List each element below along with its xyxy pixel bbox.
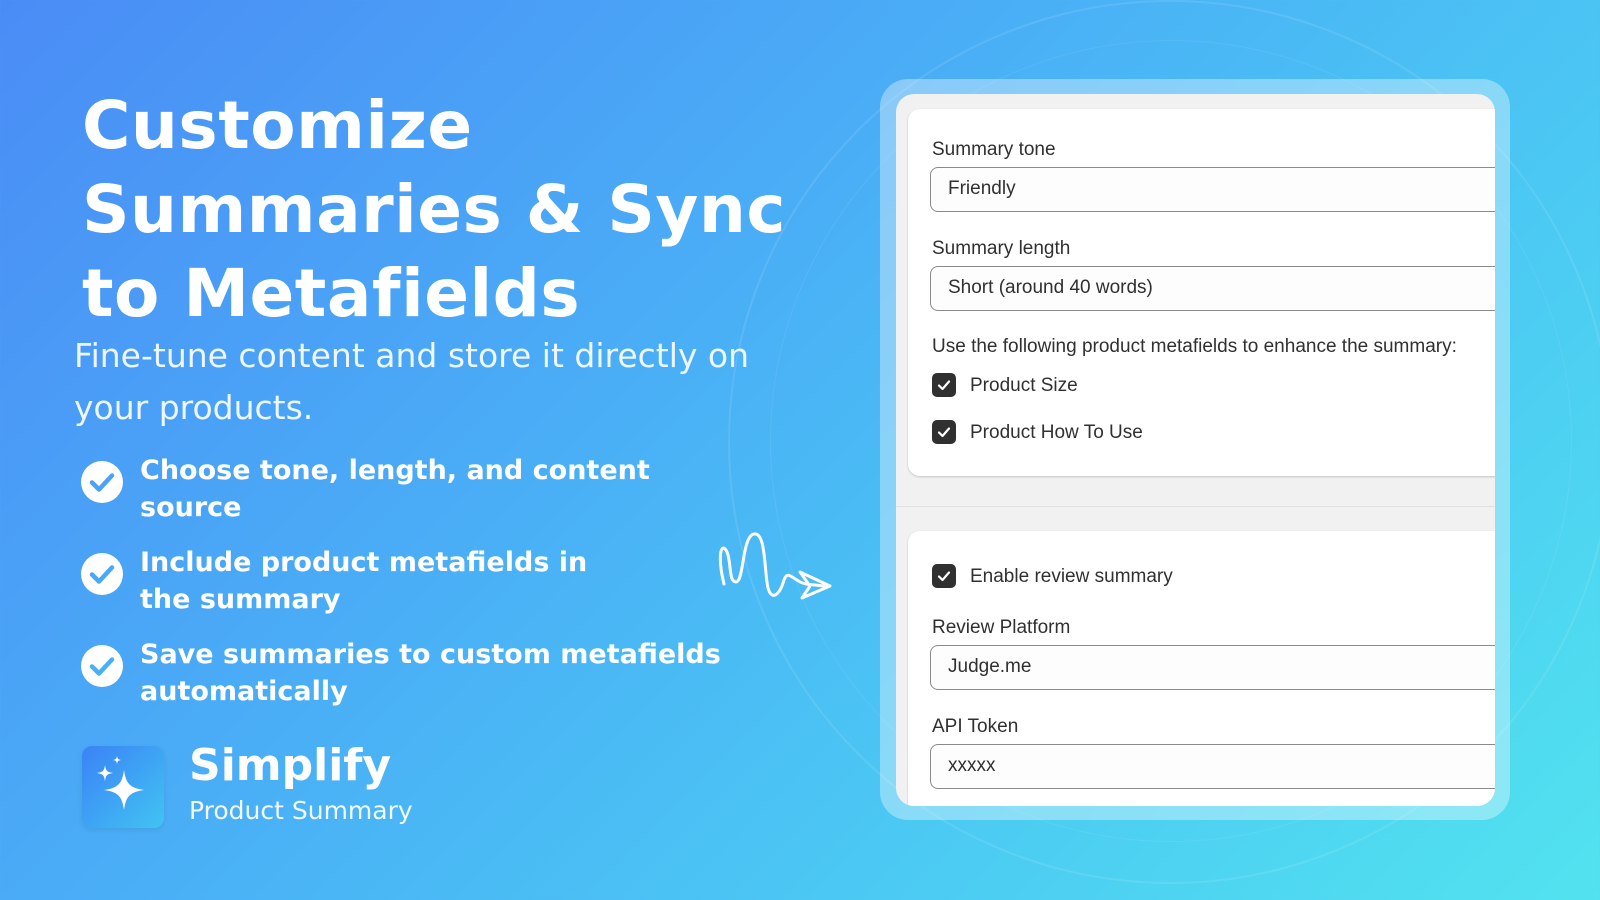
api-token-input[interactable]: xxxxx	[930, 744, 1495, 789]
feature-text-line-1: Choose tone, length, and content	[140, 455, 650, 486]
checkmark-icon	[937, 571, 951, 582]
checkbox[interactable]	[932, 564, 956, 588]
review-platform-select[interactable]: Judge.me	[930, 645, 1495, 690]
check-circle-icon	[81, 645, 123, 687]
subheadline: Fine-tune content and store it directly …	[74, 330, 834, 434]
feature-list: Choose tone, length, and content source …	[80, 452, 760, 728]
check-circle-icon	[81, 461, 123, 503]
feature-text-line-2: source	[140, 492, 242, 523]
feature-item: Include product metafields in the summar…	[80, 544, 760, 636]
summary-tone-select[interactable]: Friendly	[930, 167, 1495, 212]
feature-item: Save summaries to custom metafields auto…	[80, 636, 760, 728]
checkmark-icon	[937, 380, 951, 391]
checkbox-label: Enable review summary	[970, 566, 1173, 587]
review-platform-label: Review Platform	[932, 617, 1071, 638]
brand-tagline: Product Summary	[189, 796, 413, 825]
checkbox[interactable]	[932, 420, 956, 444]
checkbox[interactable]	[932, 373, 956, 397]
brand-name: Simplify	[189, 740, 392, 791]
summary-length-select[interactable]: Short (around 40 words)	[930, 266, 1495, 311]
checkmark-icon	[937, 427, 951, 438]
squiggle-arrow-icon	[718, 532, 832, 600]
app-logo	[82, 746, 164, 828]
subheadline-line-1: Fine-tune content and store it directly …	[74, 336, 750, 375]
checkbox-label: Product How To Use	[970, 422, 1143, 443]
settings-panel: Summary tone Friendly Summary length Sho…	[896, 94, 1495, 806]
review-settings-card: Enable review summary Review Platform Ju…	[908, 531, 1495, 806]
feature-text-line-1: Save summaries to custom metafields	[140, 639, 721, 670]
feature-text-line-2: automatically	[140, 676, 348, 707]
sparkles-icon	[97, 756, 144, 810]
feature-text-line-1: Include product metafields in	[140, 547, 588, 578]
api-token-label: API Token	[932, 716, 1019, 737]
check-circle-icon	[81, 553, 123, 595]
headline-line-2: Summaries & Sync	[82, 171, 786, 248]
section-divider	[896, 506, 1495, 507]
summary-tone-label: Summary tone	[932, 139, 1056, 160]
headline-line-1: Customize	[82, 87, 473, 164]
checkbox-label: Product Size	[970, 375, 1078, 396]
metafields-prompt: Use the following product metafields to …	[932, 336, 1457, 357]
summary-length-label: Summary length	[932, 238, 1071, 259]
headline-line-3: to Metafields	[82, 255, 581, 332]
summary-settings-card: Summary tone Friendly Summary length Sho…	[908, 109, 1495, 476]
headline: Customize Summaries & Sync to Metafields	[82, 84, 802, 336]
feature-item: Choose tone, length, and content source	[80, 452, 760, 544]
subheadline-line-2: your products.	[74, 388, 314, 427]
feature-text-line-2: the summary	[140, 584, 341, 615]
